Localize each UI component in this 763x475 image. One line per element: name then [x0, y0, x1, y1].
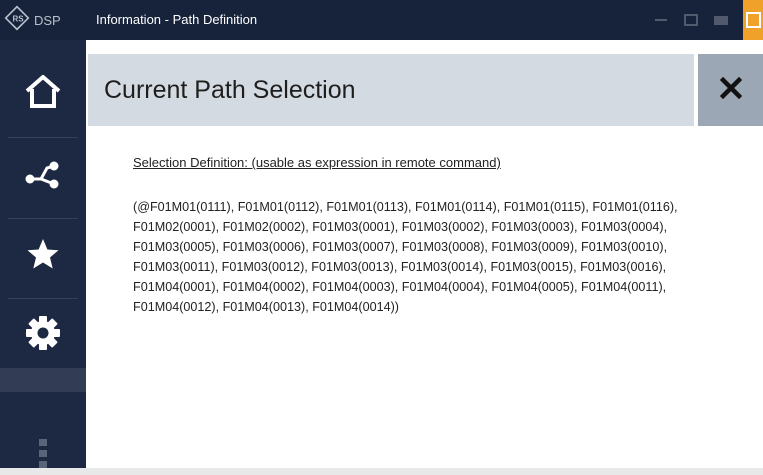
close-button[interactable]	[698, 54, 763, 126]
svg-text:RS: RS	[13, 14, 25, 23]
sidebar-separator-bar	[0, 368, 86, 392]
logo-text: DSP	[34, 12, 61, 28]
star-icon	[25, 236, 61, 277]
screenshot-icon	[746, 12, 761, 28]
selection-definition-text: (@F01M01(0111), F01M01(0112), F01M01(011…	[133, 200, 678, 314]
home-icon	[23, 73, 63, 114]
title-bar: RS DSP Information - Path Definition	[0, 0, 763, 40]
more-icon[interactable]	[38, 438, 48, 475]
close-icon	[719, 76, 742, 104]
panel-title: Current Path Selection	[104, 76, 356, 104]
minimize-icon[interactable]	[653, 12, 669, 28]
sidebar-item-settings[interactable]	[0, 302, 86, 368]
sidebar-item-home[interactable]	[0, 60, 86, 126]
screen-icon[interactable]	[713, 12, 729, 28]
app-logo: RS DSP	[4, 5, 84, 36]
sidebar-item-favorites[interactable]	[0, 223, 86, 289]
logo-emblem-icon: RS	[4, 5, 30, 36]
sidebar	[0, 40, 86, 468]
path-icon	[23, 155, 63, 196]
panel-header: Current Path Selection	[88, 54, 694, 126]
gear-icon	[24, 314, 62, 357]
info-panel: Current Path Selection Selection Definit…	[86, 40, 763, 468]
sidebar-item-path[interactable]	[0, 142, 86, 208]
screenshot-button[interactable]	[743, 0, 763, 40]
window-title: Information - Path Definition	[96, 12, 258, 27]
window-icon[interactable]	[683, 12, 699, 28]
selection-definition-label: Selection Definition: (usable as express…	[133, 155, 501, 170]
